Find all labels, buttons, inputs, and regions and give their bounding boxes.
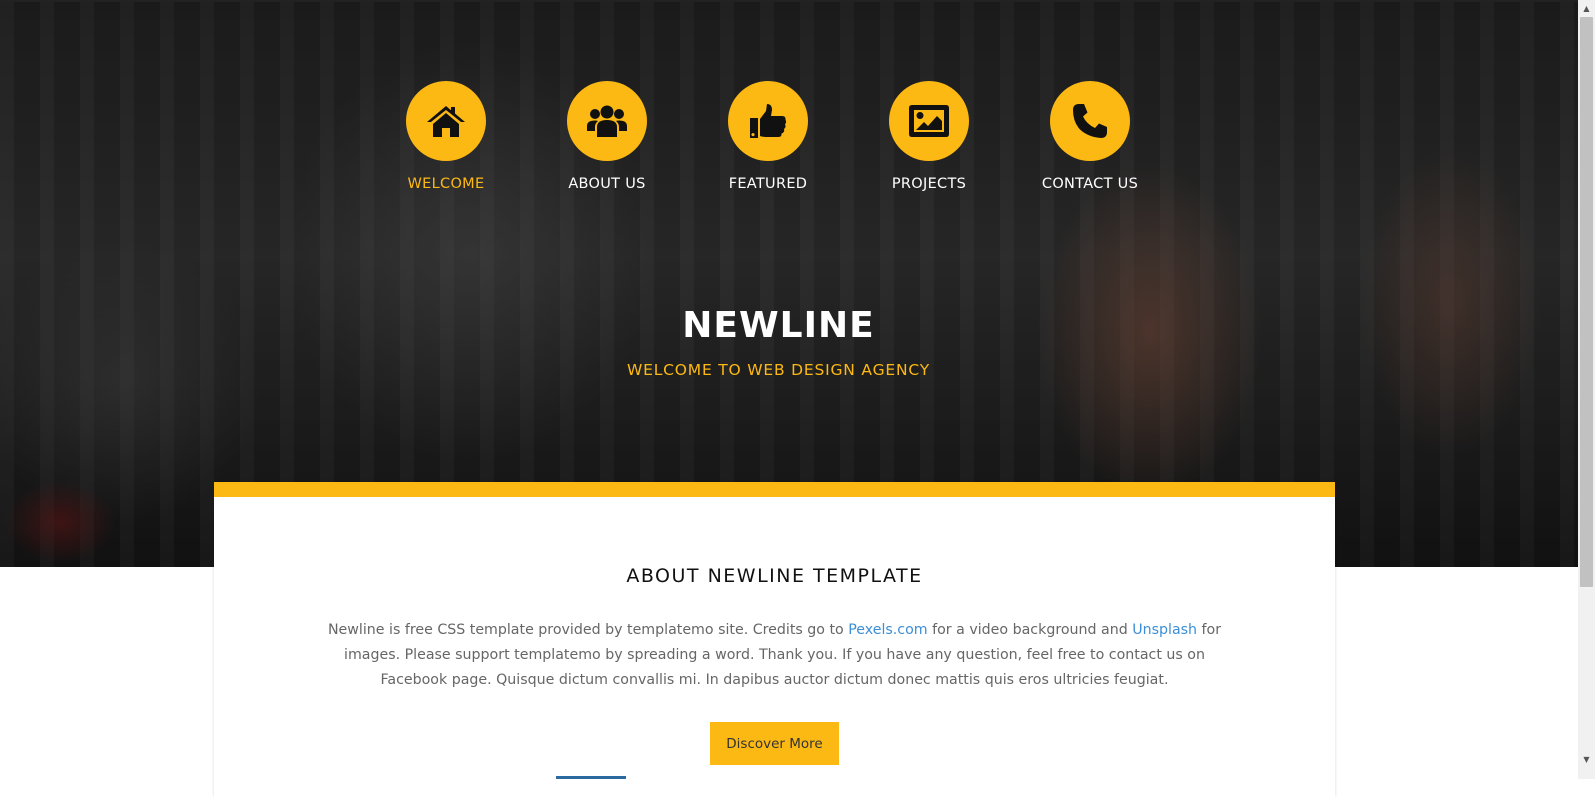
nav-label: ABOUT US: [568, 176, 646, 192]
scroll-down-arrow-icon[interactable]: ▼: [1578, 751, 1595, 768]
nav-circle: [728, 81, 808, 161]
nav-label: CONTACT US: [1041, 176, 1139, 192]
nav-item-contact-us[interactable]: CONTACT US: [1015, 81, 1165, 192]
scroll-up-arrow-icon[interactable]: ▲: [1578, 0, 1595, 17]
image-icon: [909, 105, 949, 137]
nav-circle: [567, 81, 647, 161]
nav-item-featured[interactable]: FEATURED: [693, 81, 843, 192]
site-title: NEWLINE: [682, 305, 875, 346]
scrollbar-thumb[interactable]: [1580, 17, 1593, 587]
nav-circle: [406, 81, 486, 161]
about-card: ABOUT NEWLINE TEMPLATE Newline is free C…: [214, 482, 1335, 797]
nav-circle: [889, 81, 969, 161]
phone-icon: [1073, 104, 1107, 138]
nav-item-welcome[interactable]: WELCOME: [371, 81, 521, 192]
thumbs-up-icon: [750, 104, 787, 138]
pexels-link[interactable]: Pexels.com: [848, 622, 927, 638]
nav-label: WELCOME: [407, 176, 485, 192]
about-text-2: for a video background and: [927, 622, 1133, 638]
unsplash-link[interactable]: Unsplash: [1132, 622, 1197, 638]
home-icon: [427, 106, 465, 137]
discover-more-button[interactable]: Discover More: [710, 722, 839, 765]
about-paragraph: Newline is free CSS template provided by…: [319, 618, 1230, 693]
about-text-1: Newline is free CSS template provided by…: [327, 622, 849, 638]
about-heading: ABOUT NEWLINE TEMPLATE: [626, 565, 923, 587]
users-icon: [587, 105, 627, 137]
site-tagline: WELCOME TO WEB DESIGN AGENCY: [627, 361, 930, 379]
nav-circle: [1050, 81, 1130, 161]
nav-item-about-us[interactable]: ABOUT US: [532, 81, 682, 192]
top-border: [0, 0, 1578, 2]
nav-label: PROJECTS: [891, 176, 967, 192]
nav-item-projects[interactable]: PROJECTS: [854, 81, 1004, 192]
nav-label: FEATURED: [728, 176, 808, 192]
vertical-scrollbar[interactable]: ▲ ▼: [1578, 0, 1595, 779]
